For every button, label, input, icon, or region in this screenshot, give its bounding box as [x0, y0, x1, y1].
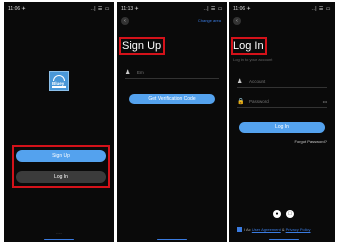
wechat-icon[interactable]: ●	[273, 210, 281, 218]
email-field[interactable]: ♟ Em	[125, 68, 219, 79]
status-bar: 11:06 ✈ ..| ☰ ▭	[233, 5, 331, 13]
home-indicator	[269, 238, 299, 240]
user-agreement-link[interactable]: User Agreement	[252, 227, 281, 232]
home-indicator	[157, 238, 187, 240]
signup-button[interactable]: Sign Up	[16, 150, 106, 162]
apple-icon[interactable]: 	[286, 210, 294, 218]
login-button[interactable]: Log In	[239, 122, 325, 133]
status-bar: 11:13 ✈ ..| ☰ ▭	[121, 5, 223, 13]
email-placeholder: Em	[137, 70, 144, 75]
logo-bar	[52, 86, 66, 88]
status-time: 11:13 ✈	[121, 6, 139, 12]
status-icons: ..| ☰ ▭	[311, 6, 331, 12]
user-icon: ♟	[125, 70, 131, 76]
terms-checkbox[interactable]	[237, 227, 242, 232]
forgot-password-link[interactable]: Forgot Password?	[295, 139, 327, 144]
back-icon[interactable]: ‹	[121, 17, 129, 25]
status-icons: ..| ☰ ▭	[203, 6, 223, 12]
get-code-button[interactable]: Get Verification Code	[129, 94, 215, 104]
terms-prefix: I Ac	[244, 226, 251, 232]
terms-agreement: I Ac User Agreement & Privacy Policy	[237, 227, 331, 232]
back-icon[interactable]: ‹	[233, 17, 241, 25]
app-logo: Bluey	[49, 71, 69, 91]
phone-screen-welcome: 11:06 ✈ ..| ☰ ▭ Bluey Sign Up Log In ...…	[4, 2, 114, 242]
status-icons: ..| ☰ ▭	[90, 6, 110, 12]
status-bar: 11:06 ✈ ..| ☰ ▭	[8, 5, 110, 13]
footer-text: .....	[56, 230, 62, 235]
page-title: Sign Up	[122, 40, 162, 52]
eye-icon[interactable]: •••	[323, 99, 327, 104]
user-icon: ♟	[237, 79, 243, 85]
account-placeholder: Account	[249, 79, 266, 84]
change-area-link[interactable]: Change area	[198, 18, 221, 23]
login-button[interactable]: Log In	[16, 171, 106, 183]
password-field[interactable]: 🔒 Password •••	[237, 97, 327, 108]
lock-icon: 🔒	[237, 99, 245, 105]
page-subtitle: Log in to your account	[233, 57, 273, 62]
page-title: Log In	[233, 40, 264, 52]
status-time: 11:06 ✈	[233, 6, 251, 12]
home-indicator	[44, 238, 74, 240]
password-placeholder: Password	[249, 99, 269, 104]
phone-screen-login: 11:06 ✈ ..| ☰ ▭ ‹ Log In Log in to your …	[229, 2, 335, 242]
privacy-policy-link[interactable]: Privacy Policy	[286, 227, 311, 232]
phone-screen-signup: 11:13 ✈ ..| ☰ ▭ ‹ Change area Sign Up ♟ …	[117, 2, 227, 242]
status-time: 11:06 ✈	[8, 6, 26, 12]
account-field[interactable]: ♟ Account	[237, 77, 327, 88]
